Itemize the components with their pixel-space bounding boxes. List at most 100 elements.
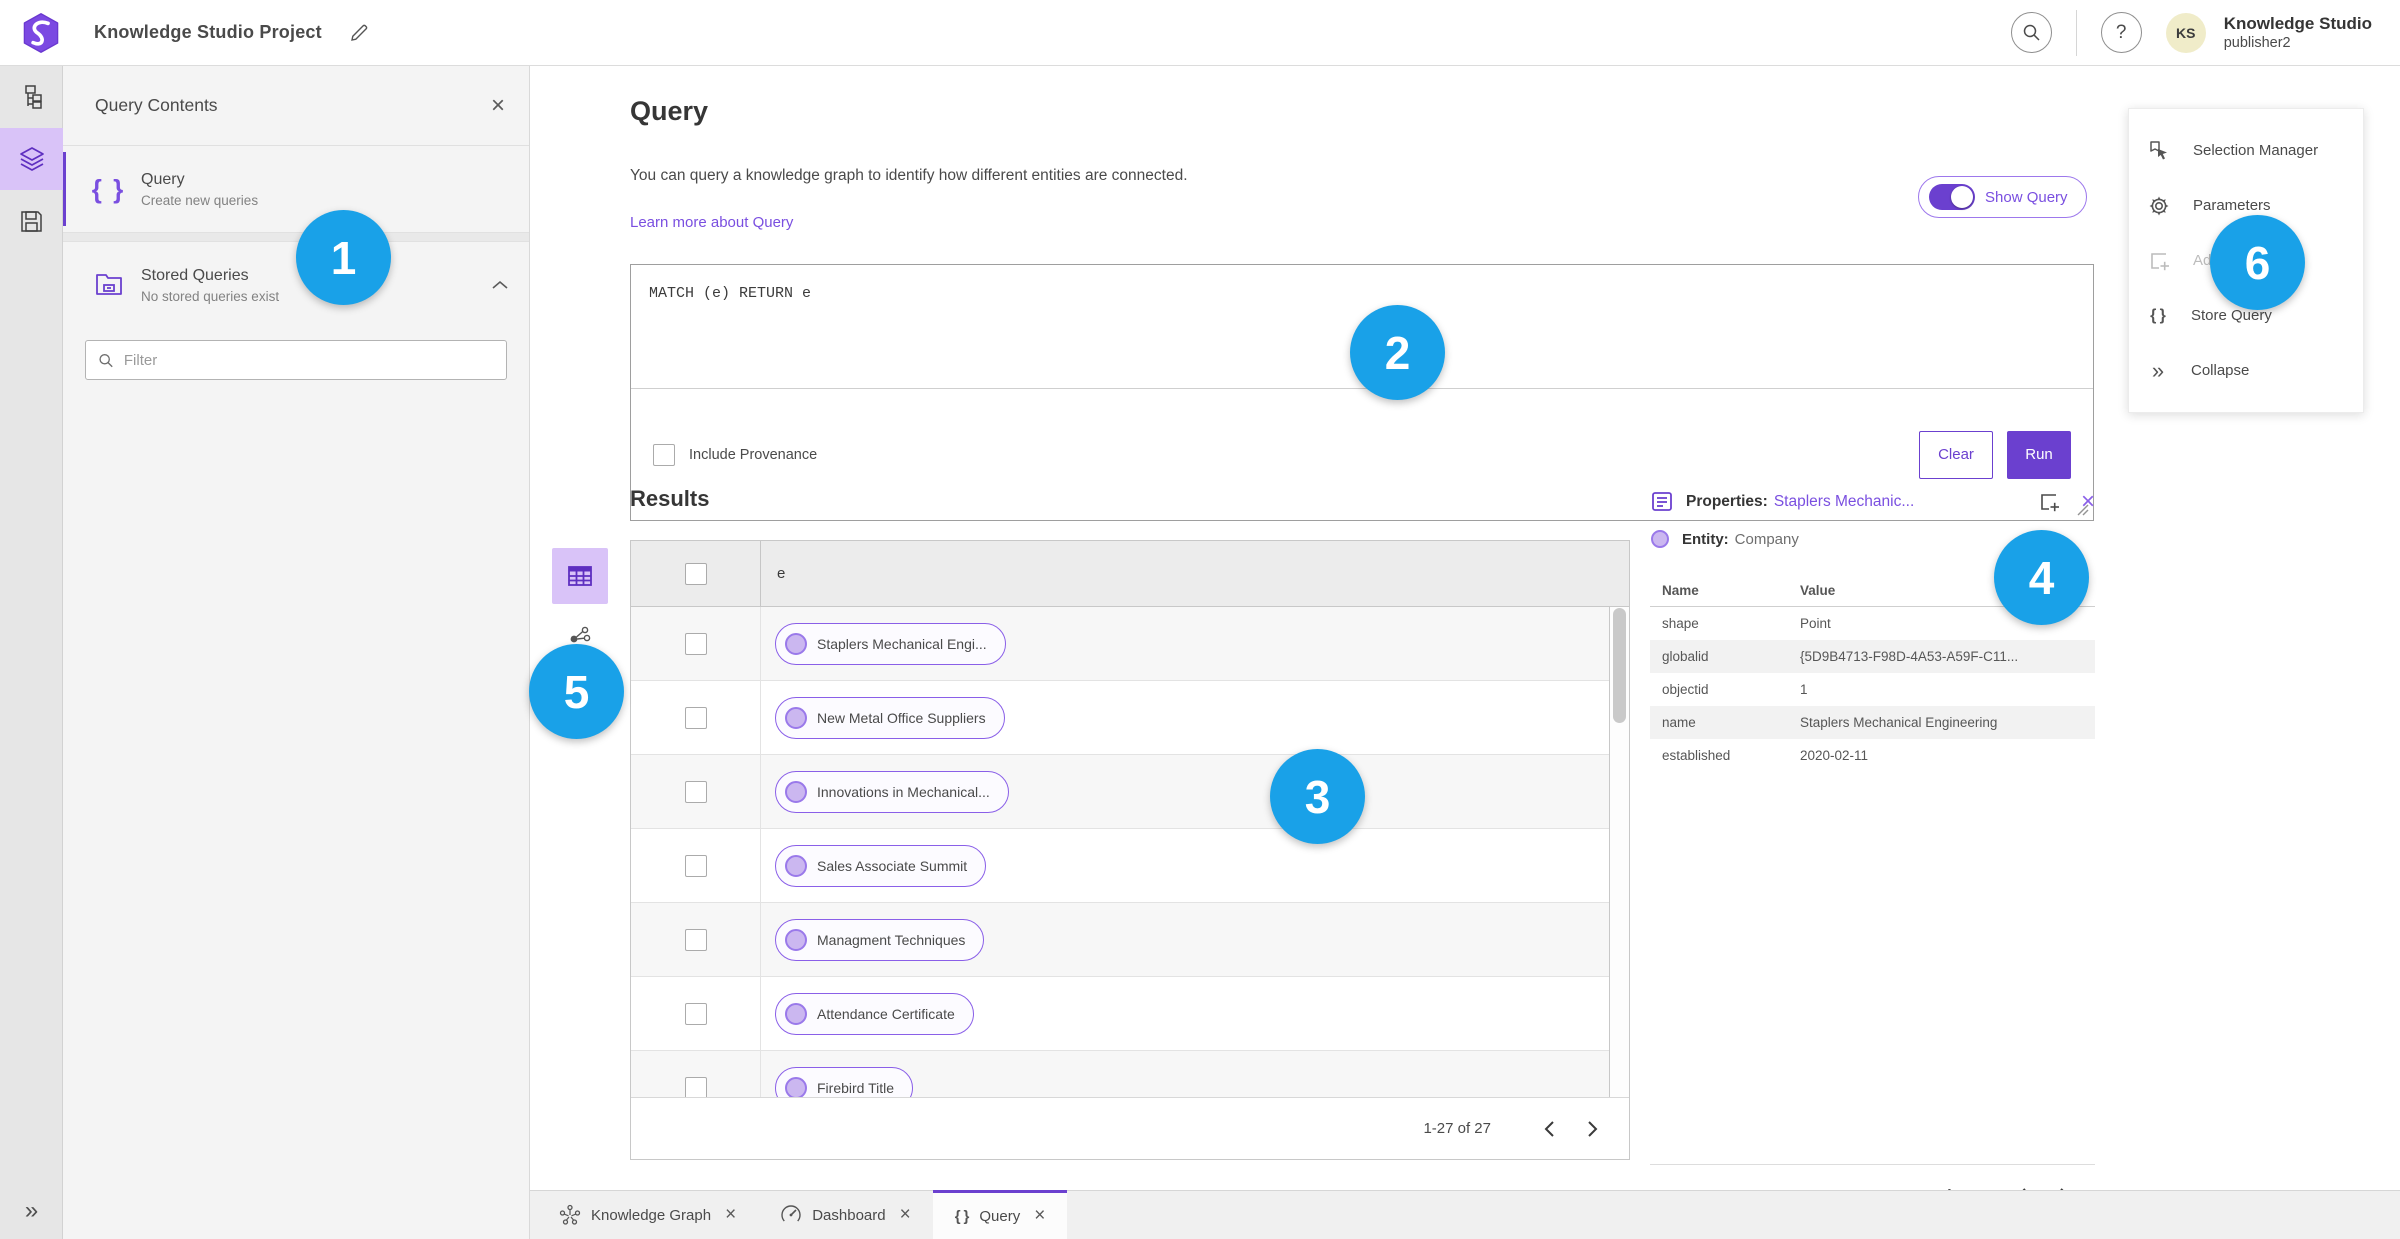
tab-query[interactable]: { } Query × <box>932 1190 1068 1239</box>
results-table-body: Staplers Mechanical Engi... New Metal Of… <box>631 607 1629 1097</box>
entity-pill[interactable]: Attendance Certificate <box>775 992 974 1035</box>
row-checkbox[interactable] <box>684 1002 707 1025</box>
knowledge-studio-logo-icon <box>23 12 59 53</box>
clear-button[interactable]: Clear <box>1919 430 1993 479</box>
include-provenance-checkbox[interactable] <box>653 443 675 466</box>
table-icon <box>568 566 592 586</box>
row-checkbox[interactable] <box>684 706 707 729</box>
main-content: Query You can query a knowledge graph to… <box>530 66 2400 1239</box>
menu-item-label: Parameters <box>2193 197 2271 214</box>
row-checkbox[interactable] <box>684 854 707 877</box>
row-checkbox[interactable] <box>684 1076 707 1097</box>
filter-input[interactable] <box>123 351 494 369</box>
column-header-e: e <box>777 565 786 582</box>
table-row[interactable]: Innovations in Mechanical... <box>631 755 1609 829</box>
help-button[interactable]: ? <box>2100 12 2142 53</box>
menu-item-collapse[interactable]: » Collapse <box>2129 343 2363 398</box>
table-view-button[interactable] <box>552 548 608 604</box>
expand-rail-button[interactable]: » <box>0 1197 63 1225</box>
entity-pill[interactable]: Sales Associate Summit <box>775 844 987 887</box>
table-row[interactable]: Sales Associate Summit <box>631 829 1609 903</box>
table-row[interactable]: New Metal Office Suppliers <box>631 681 1609 755</box>
property-row[interactable]: globalid {5D9B4713-F98D-4A53-A59F-C11... <box>1650 640 2095 673</box>
top-bar: Knowledge Studio Project ? KS Knowledge … <box>0 0 2400 66</box>
menu-item-label: Collapse <box>2191 362 2250 379</box>
property-row[interactable]: established 2020-02-11 <box>1650 739 2095 772</box>
layers-icon <box>19 147 44 171</box>
previous-page-icon[interactable] <box>1527 1109 1571 1149</box>
entity-dot-icon <box>785 928 807 951</box>
page-title: Query <box>630 96 709 126</box>
properties-entity-link[interactable]: Staplers Mechanic... <box>1774 493 1914 511</box>
add-to-selection-icon <box>2151 252 2169 270</box>
selection-manager-icon <box>2150 140 2167 159</box>
learn-more-link[interactable]: Learn more about Query <box>630 214 793 231</box>
menu-item-selection-manager[interactable]: Selection Manager <box>2129 123 2363 178</box>
left-rail: » <box>0 66 63 1239</box>
add-to-selection-icon[interactable] <box>2037 490 2061 514</box>
close-properties-icon[interactable]: × <box>2081 490 2095 514</box>
chevron-up-icon[interactable] <box>491 279 509 291</box>
select-all-checkbox[interactable] <box>684 562 707 585</box>
entity-pill[interactable]: Firebird Title <box>775 1066 914 1097</box>
avatar[interactable]: KS <box>2165 12 2206 53</box>
property-name: established <box>1662 748 1731 763</box>
table-row[interactable]: Staplers Mechanical Engi... <box>631 607 1609 681</box>
table-row[interactable]: Firebird Title <box>631 1051 1609 1097</box>
gear-icon <box>2149 196 2169 215</box>
search-button[interactable] <box>2010 12 2052 53</box>
query-description: You can query a knowledge graph to ident… <box>630 167 1188 184</box>
knowledge-studio-app: Knowledge Studio Project ? KS Knowledge … <box>0 0 2400 1239</box>
user-info[interactable]: Knowledge Studio publisher2 <box>2224 13 2372 52</box>
property-row[interactable]: objectid 1 <box>1650 673 2095 706</box>
show-query-toggle[interactable]: Show Query <box>1918 176 2087 218</box>
toggle-on-icon <box>1929 184 1975 210</box>
entity-pill-label: Attendance Certificate <box>817 1005 955 1022</box>
next-page-icon[interactable] <box>1571 1109 1615 1149</box>
property-value: {5D9B4713-F98D-4A53-A59F-C11... <box>1800 649 2019 664</box>
entity-pill-label: Managment Techniques <box>817 931 966 948</box>
property-name: name <box>1662 715 1696 730</box>
property-value: 1 <box>1800 682 1808 697</box>
entity-dot-icon <box>785 780 807 803</box>
table-row[interactable]: Managment Techniques <box>631 903 1609 977</box>
tab-dashboard[interactable]: Dashboard × <box>758 1191 933 1239</box>
entity-pill[interactable]: Innovations in Mechanical... <box>775 770 1009 813</box>
entity-pill-label: New Metal Office Suppliers <box>817 709 986 726</box>
row-checkbox[interactable] <box>684 928 707 951</box>
query-contents-panel: Query Contents × { } Query Create new qu… <box>63 66 530 1239</box>
tab-label: Knowledge Graph <box>591 1206 712 1224</box>
rail-item-save[interactable] <box>0 190 63 252</box>
close-panel-icon[interactable]: × <box>491 93 505 118</box>
row-checkbox[interactable] <box>684 632 707 655</box>
user-name: publisher2 <box>2223 35 2291 52</box>
search-icon <box>99 353 113 367</box>
show-query-label: Show Query <box>1985 188 2068 206</box>
contents-item-query[interactable]: { } Query Create new queries <box>63 146 529 232</box>
row-checkbox[interactable] <box>684 780 707 803</box>
close-tab-icon[interactable]: × <box>725 1204 736 1226</box>
entity-pill[interactable]: Managment Techniques <box>775 918 985 961</box>
entity-pill[interactable]: Staplers Mechanical Engi... <box>775 622 1006 665</box>
close-tab-icon[interactable]: × <box>1034 1205 1045 1227</box>
bottom-tab-bar: Knowledge Graph × Dashboard × { } Query … <box>530 1190 2400 1239</box>
property-row[interactable]: name Staplers Mechanical Engineering <box>1650 706 2095 739</box>
rail-item-data-model[interactable] <box>0 66 63 128</box>
close-tab-icon[interactable]: × <box>900 1204 911 1226</box>
rail-item-layers[interactable] <box>0 128 63 190</box>
results-page-range: 1-27 of 27 <box>1423 1120 1491 1137</box>
run-button[interactable]: Run <box>2007 430 2071 479</box>
entity-dot-icon <box>785 854 807 877</box>
table-scrollbar[interactable] <box>1609 607 1629 1097</box>
entity-dot-icon <box>785 706 807 729</box>
table-row[interactable]: Attendance Certificate <box>631 977 1609 1051</box>
tab-knowledge-graph[interactable]: Knowledge Graph × <box>537 1191 758 1239</box>
results-view-toolbar <box>552 548 608 648</box>
entity-pill-label: Staplers Mechanical Engi... <box>817 635 987 652</box>
edit-title-icon[interactable] <box>348 22 370 44</box>
scrollbar-thumb[interactable] <box>1613 608 1626 723</box>
entity-pill[interactable]: New Metal Office Suppliers <box>775 696 1005 739</box>
section-divider <box>63 232 529 242</box>
entity-dot-icon <box>785 632 807 655</box>
results-title: Results <box>630 486 710 511</box>
